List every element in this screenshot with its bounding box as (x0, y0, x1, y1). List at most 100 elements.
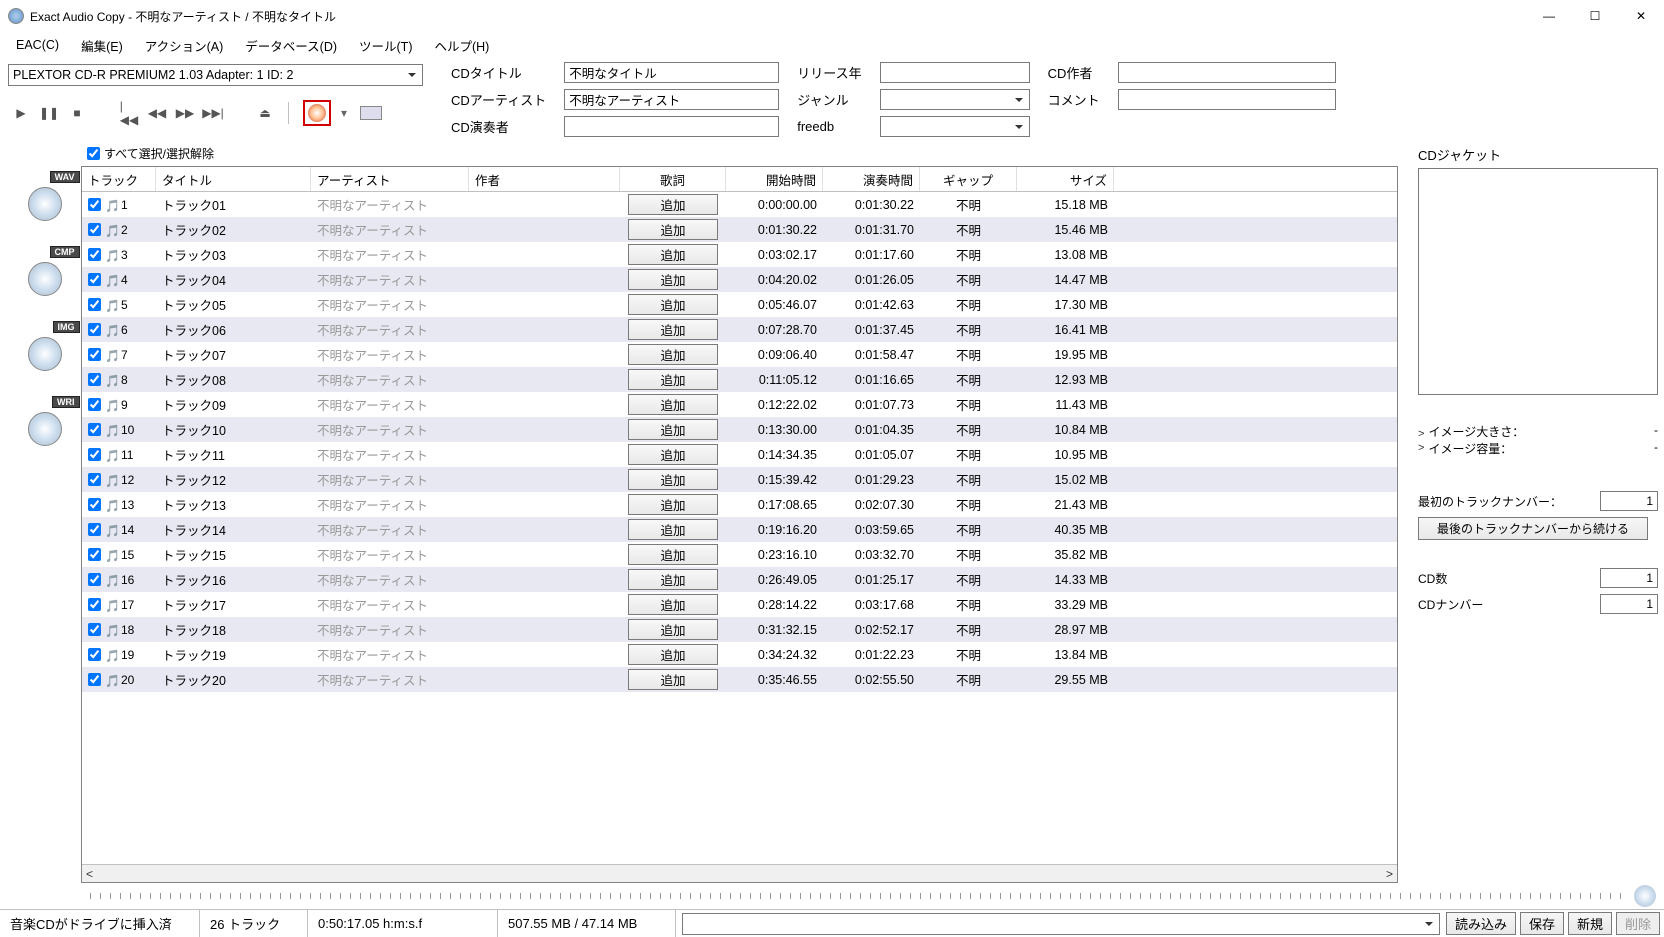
table-row[interactable]: 🎵10トラック10不明なアーティスト追加0:13:30.000:01:04.35… (82, 417, 1397, 442)
copy-image-button[interactable]: IMG (14, 327, 74, 372)
save-button[interactable]: 保存 (1520, 912, 1564, 935)
add-lyric-button[interactable]: 追加 (628, 344, 718, 365)
add-lyric-button[interactable]: 追加 (628, 669, 718, 690)
header-gap[interactable]: ギャップ (920, 167, 1017, 191)
table-row[interactable]: 🎵12トラック12不明なアーティスト追加0:15:39.420:01:29.23… (82, 467, 1397, 492)
cdjacket-box[interactable] (1418, 168, 1658, 395)
track-checkbox[interactable] (88, 323, 101, 336)
comment-input[interactable] (1118, 89, 1336, 110)
table-row[interactable]: 🎵7トラック07不明なアーティスト追加0:09:06.400:01:58.47不… (82, 342, 1397, 367)
cd-number-input[interactable] (1600, 594, 1658, 614)
track-checkbox[interactable] (88, 623, 101, 636)
add-lyric-button[interactable]: 追加 (628, 594, 718, 615)
table-row[interactable]: 🎵17トラック17不明なアーティスト追加0:28:14.220:03:17.68… (82, 592, 1397, 617)
forward-icon[interactable]: ▶▶ (176, 104, 194, 122)
header-start[interactable]: 開始時間 (726, 167, 823, 191)
horizontal-scrollbar[interactable]: <> (82, 864, 1397, 882)
genre-combo[interactable] (880, 89, 1030, 110)
cdperformer-input[interactable] (564, 116, 779, 137)
add-lyric-button[interactable]: 追加 (628, 419, 718, 440)
play-icon[interactable]: ▶ (12, 104, 30, 122)
track-checkbox[interactable] (88, 473, 101, 486)
track-checkbox[interactable] (88, 523, 101, 536)
track-checkbox[interactable] (88, 398, 101, 411)
add-lyric-button[interactable]: 追加 (628, 294, 718, 315)
table-row[interactable]: 🎵14トラック14不明なアーティスト追加0:19:16.200:03:59.65… (82, 517, 1397, 542)
track-checkbox[interactable] (88, 273, 101, 286)
header-track[interactable]: トラック (82, 167, 156, 191)
menu-tools[interactable]: ツール(T) (349, 33, 422, 58)
add-lyric-button[interactable]: 追加 (628, 644, 718, 665)
add-lyric-button[interactable]: 追加 (628, 619, 718, 640)
track-checkbox[interactable] (88, 348, 101, 361)
next-track-icon[interactable]: ▶▶| (204, 104, 222, 122)
db-fetch-icon[interactable] (303, 100, 331, 126)
add-lyric-button[interactable]: 追加 (628, 219, 718, 240)
new-button[interactable]: 新規 (1568, 912, 1612, 935)
menu-eac[interactable]: EAC(C) (6, 35, 69, 55)
track-checkbox[interactable] (88, 248, 101, 261)
select-all-checkbox[interactable] (87, 147, 100, 160)
table-row[interactable]: 🎵20トラック20不明なアーティスト追加0:35:46.550:02:55.50… (82, 667, 1397, 692)
add-lyric-button[interactable]: 追加 (628, 369, 718, 390)
eject-icon[interactable]: ⏏ (256, 104, 274, 122)
table-row[interactable]: 🎵13トラック13不明なアーティスト追加0:17:08.650:02:07.30… (82, 492, 1397, 517)
table-row[interactable]: 🎵4トラック04不明なアーティスト追加0:04:20.020:01:26.05不… (82, 267, 1397, 292)
header-composer[interactable]: 作者 (469, 167, 620, 191)
stop-icon[interactable]: ■ (68, 104, 86, 122)
menu-help[interactable]: ヘルプ(H) (424, 33, 499, 58)
close-button[interactable]: ✕ (1618, 1, 1664, 31)
delete-button[interactable]: 削除 (1616, 912, 1660, 935)
status-combo[interactable] (682, 913, 1440, 935)
track-checkbox[interactable] (88, 298, 101, 311)
table-row[interactable]: 🎵6トラック06不明なアーティスト追加0:07:28.700:01:37.45不… (82, 317, 1397, 342)
add-lyric-button[interactable]: 追加 (628, 544, 718, 565)
add-lyric-button[interactable]: 追加 (628, 444, 718, 465)
prev-track-icon[interactable]: |◀◀ (120, 104, 138, 122)
track-checkbox[interactable] (88, 373, 101, 386)
freedb-combo[interactable] (880, 116, 1030, 137)
position-ruler[interactable] (90, 893, 1624, 899)
write-button[interactable]: WRI (14, 402, 74, 447)
cd-count-input[interactable] (1600, 568, 1658, 588)
table-row[interactable]: 🎵15トラック15不明なアーティスト追加0:23:16.100:03:32.70… (82, 542, 1397, 567)
track-checkbox[interactable] (88, 673, 101, 686)
load-button[interactable]: 読み込み (1446, 912, 1516, 935)
table-row[interactable]: 🎵19トラック19不明なアーティスト追加0:34:24.320:01:22.23… (82, 642, 1397, 667)
freedb-icon[interactable] (357, 100, 385, 126)
menu-action[interactable]: アクション(A) (135, 33, 234, 58)
track-checkbox[interactable] (88, 448, 101, 461)
table-row[interactable]: 🎵2トラック02不明なアーティスト追加0:01:30.220:01:31.70不… (82, 217, 1397, 242)
add-lyric-button[interactable]: 追加 (628, 244, 718, 265)
track-checkbox[interactable] (88, 498, 101, 511)
copy-compressed-button[interactable]: CMP (14, 252, 74, 297)
add-lyric-button[interactable]: 追加 (628, 319, 718, 340)
add-lyric-button[interactable]: 追加 (628, 519, 718, 540)
table-row[interactable]: 🎵5トラック05不明なアーティスト追加0:05:46.070:01:42.63不… (82, 292, 1397, 317)
header-lyric[interactable]: 歌詞 (620, 167, 726, 191)
track-checkbox[interactable] (88, 223, 101, 236)
table-row[interactable]: 🎵8トラック08不明なアーティスト追加0:11:05.120:01:16.65不… (82, 367, 1397, 392)
add-lyric-button[interactable]: 追加 (628, 394, 718, 415)
track-checkbox[interactable] (88, 548, 101, 561)
track-checkbox[interactable] (88, 648, 101, 661)
maximize-button[interactable]: ☐ (1572, 1, 1618, 31)
header-artist[interactable]: アーティスト (311, 167, 469, 191)
add-lyric-button[interactable]: 追加 (628, 494, 718, 515)
add-lyric-button[interactable]: 追加 (628, 269, 718, 290)
table-row[interactable]: 🎵16トラック16不明なアーティスト追加0:26:49.050:01:25.17… (82, 567, 1397, 592)
add-lyric-button[interactable]: 追加 (628, 569, 718, 590)
header-title[interactable]: タイトル (156, 167, 311, 191)
cdcomposer-input[interactable] (1118, 62, 1336, 83)
menu-database[interactable]: データベース(D) (235, 33, 347, 58)
track-checkbox[interactable] (88, 198, 101, 211)
table-row[interactable]: 🎵3トラック03不明なアーティスト追加0:03:02.170:01:17.60不… (82, 242, 1397, 267)
continue-numbering-button[interactable]: 最後のトラックナンバーから続ける (1418, 517, 1648, 540)
track-checkbox[interactable] (88, 423, 101, 436)
track-checkbox[interactable] (88, 598, 101, 611)
pause-icon[interactable]: ❚❚ (40, 104, 58, 122)
add-lyric-button[interactable]: 追加 (628, 194, 718, 215)
copy-wav-button[interactable]: WAV (14, 177, 74, 222)
first-track-input[interactable] (1600, 491, 1658, 511)
minimize-button[interactable]: — (1526, 1, 1572, 31)
